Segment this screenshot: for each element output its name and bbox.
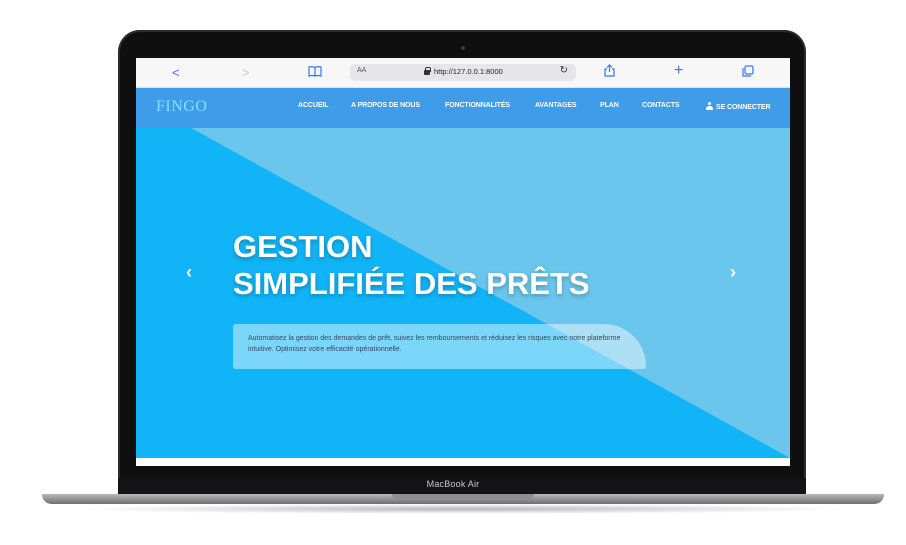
device-label: MacBook Air [426,479,480,489]
book-icon[interactable] [308,64,322,82]
login-link[interactable]: SE CONNECTER [706,102,771,111]
page-bottom-strip [136,458,790,466]
laptop-screen: < > AA http://127.0.0.1:8000 ↻ + FINGO A… [136,58,790,466]
hero-carousel: ‹ › GESTION SIMPLIFIÉE DES PRÊTS Automat… [136,128,790,458]
browser-toolbar: < > AA http://127.0.0.1:8000 ↻ + [136,58,790,88]
chevron-left-icon[interactable]: < [172,64,180,82]
nav-contacts[interactable]: CONTACTS [642,102,680,109]
reload-icon[interactable]: ↻ [560,65,568,76]
hero-title: GESTION SIMPLIFIÉE DES PRÊTS [233,228,590,302]
laptop-shadow [70,504,856,514]
share-icon[interactable] [604,64,615,82]
laptop-notch [392,494,534,500]
carousel-prev-button[interactable]: ‹ [186,262,192,283]
site-navbar: FINGO ACCUEIL A PROPOS DE NOUS FONCTIONN… [136,88,790,128]
nav-fonctionnalites[interactable]: FONCTIONNALITÉS [445,102,510,109]
tabs-icon[interactable] [742,64,754,82]
brand-logo[interactable]: FINGO [156,98,207,116]
lock-icon [424,67,431,75]
login-label: SE CONNECTER [716,104,771,111]
url-bar[interactable]: AA http://127.0.0.1:8000 ↻ [350,64,576,81]
hero-description-box: Automatisez la gestion des demandes de p… [233,324,646,369]
chevron-right-icon[interactable]: > [242,64,250,82]
user-icon [706,102,713,110]
hero-title-line1: GESTION [233,229,373,264]
nav-accueil[interactable]: ACCUEIL [298,102,329,109]
nav-a-propos[interactable]: A PROPOS DE NOUS [351,102,420,109]
plus-icon[interactable]: + [674,62,683,80]
nav-avantages[interactable]: AVANTAGES [535,102,577,109]
url-text[interactable]: http://127.0.0.1:8000 [434,67,503,76]
nav-plan[interactable]: PLAN [600,102,619,109]
carousel-next-button[interactable]: › [730,262,736,283]
hero-description: Automatisez la gestion des demandes de p… [248,335,621,353]
camera [461,46,465,50]
hero-title-line2: SIMPLIFIÉE DES PRÊTS [233,266,590,301]
text-size-button[interactable]: AA [357,67,366,74]
